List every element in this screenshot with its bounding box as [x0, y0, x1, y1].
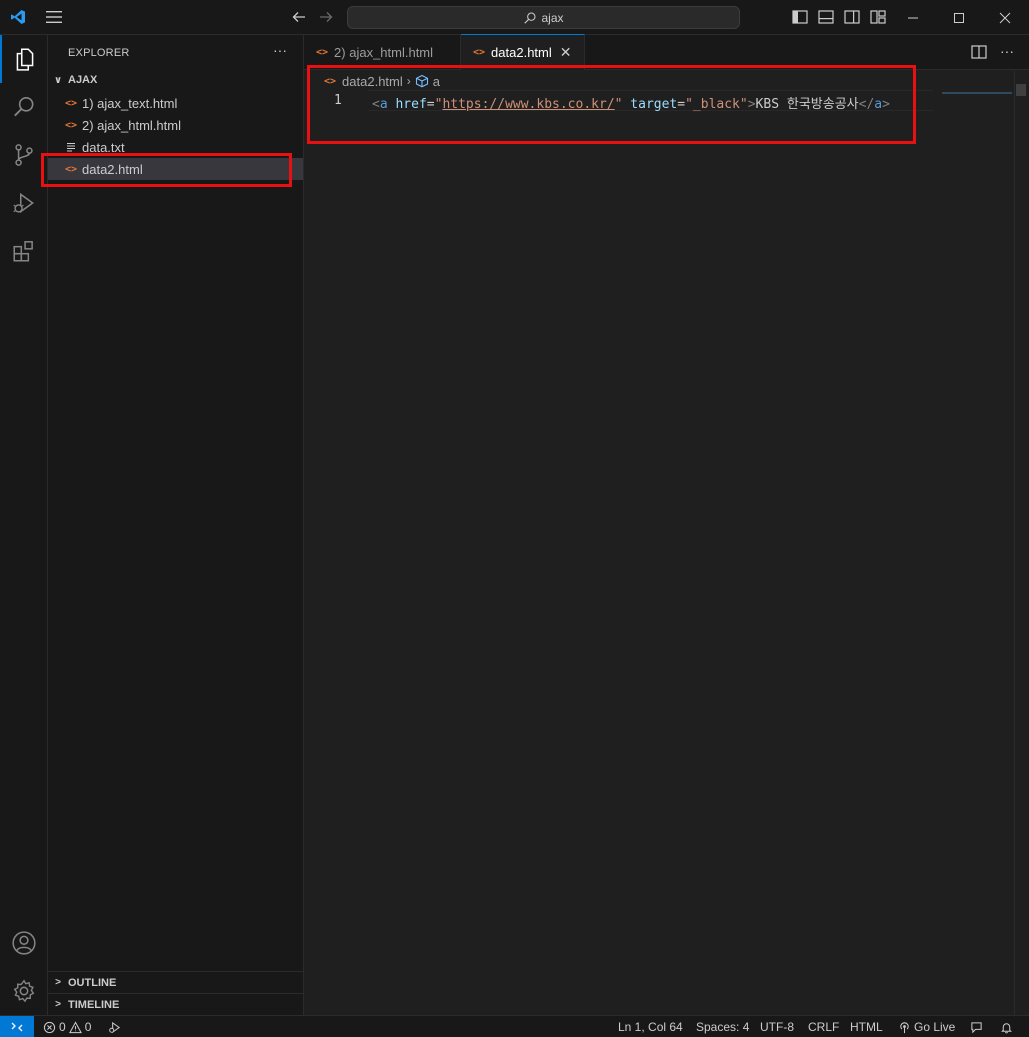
file-item[interactable]: <> 2) ajax_html.html: [48, 114, 303, 136]
maximize-button[interactable]: [936, 0, 982, 35]
activity-explorer[interactable]: [0, 35, 48, 83]
encoding[interactable]: UTF-8: [760, 1016, 794, 1037]
text-file-icon: [64, 141, 78, 153]
notifications-button[interactable]: [1000, 1016, 1013, 1037]
timeline-label: TIMELINE: [68, 998, 120, 1011]
chevron-down-icon: ∨: [53, 74, 63, 86]
run-debug-icon: [109, 1021, 121, 1033]
problems-indicator[interactable]: 0 0: [43, 1016, 91, 1037]
activity-settings[interactable]: [0, 967, 48, 1015]
search-icon: [524, 11, 536, 24]
search-icon: [14, 96, 34, 117]
warning-icon: [68, 1020, 82, 1033]
vscode-logo-icon: [11, 10, 25, 24]
folder-name: AJAX: [68, 74, 98, 86]
search-text: ajax: [541, 10, 564, 25]
sidebar-title: EXPLORER: [68, 47, 130, 59]
vertical-scrollbar[interactable]: [1014, 71, 1028, 1015]
editor-more-actions-button[interactable]: ···: [1000, 43, 1014, 59]
minimize-icon: [908, 17, 918, 18]
html-file-icon: <>: [316, 47, 329, 58]
code-editor[interactable]: 1 <a href="https://www.kbs.co.kr/" targe…: [304, 90, 1029, 1015]
folder-header-ajax[interactable]: ∨ AJAX: [48, 69, 303, 91]
file-name: 2) ajax_html.html: [82, 117, 181, 133]
html-file-icon: <>: [473, 47, 486, 58]
activity-accounts[interactable]: [0, 919, 48, 967]
html-file-icon: <>: [64, 119, 78, 131]
back-arrow-icon[interactable]: [291, 9, 307, 25]
minimap-preview: [942, 92, 1012, 94]
more-actions-button[interactable]: ···: [270, 43, 290, 59]
feedback-button[interactable]: [970, 1016, 983, 1037]
warning-count: 0: [84, 1020, 92, 1034]
highlight-box-file: [41, 153, 292, 187]
chevron-right-icon: >: [55, 977, 61, 988]
cursor-position[interactable]: Ln 1, Col 64: [618, 1016, 683, 1037]
activity-search[interactable]: [0, 83, 48, 131]
feedback-icon: [971, 1021, 982, 1033]
settings-gear-icon: [13, 979, 35, 1003]
outline-label: OUTLINE: [68, 976, 117, 989]
menu-icon[interactable]: [46, 10, 62, 24]
indentation[interactable]: Spaces: 4: [696, 1016, 749, 1037]
html-file-icon: <>: [64, 97, 78, 109]
go-live-button[interactable]: Go Live: [898, 1016, 955, 1037]
source-control-icon: [15, 144, 33, 166]
end-of-line[interactable]: CRLF: [808, 1016, 839, 1037]
minimize-button[interactable]: [890, 0, 936, 35]
scrollbar-slider[interactable]: [1016, 84, 1026, 96]
remote-indicator[interactable]: [0, 1016, 34, 1037]
highlight-box-code: [307, 65, 916, 144]
file-name: 1) ajax_text.html: [82, 95, 178, 111]
close-window-button[interactable]: [982, 0, 1028, 35]
language-mode[interactable]: HTML: [850, 1016, 883, 1037]
remote-icon: [11, 1022, 23, 1032]
timeline-section[interactable]: > TIMELINE: [48, 993, 303, 1015]
tab-label: 2) ajax_html.html: [334, 45, 434, 60]
close-icon: [999, 12, 1011, 23]
accounts-icon: [12, 931, 36, 955]
run-debug-icon: [13, 192, 34, 214]
error-icon: [43, 1021, 56, 1033]
split-editor-icon[interactable]: [971, 45, 987, 59]
status-bar: 0 0 Ln 1, Col 64 Spaces: 4 UTF-8 CRLF HT…: [0, 1015, 1029, 1037]
forward-arrow-icon[interactable]: [318, 9, 334, 25]
outline-section[interactable]: > OUTLINE: [48, 971, 303, 993]
file-item[interactable]: <> 1) ajax_text.html: [48, 92, 303, 114]
chevron-right-icon: >: [55, 999, 61, 1010]
broadcast-icon: [900, 1021, 909, 1033]
go-live-label: Go Live: [914, 1020, 956, 1034]
toggle-secondary-sidebar-icon[interactable]: [844, 10, 860, 24]
toggle-sidebar-icon[interactable]: [792, 10, 808, 24]
close-tab-icon[interactable]: ✕: [560, 44, 572, 61]
extensions-icon: [13, 241, 33, 262]
title-bar: ajax: [0, 0, 1029, 35]
debug-status[interactable]: [108, 1016, 121, 1037]
activity-extensions[interactable]: [0, 227, 48, 275]
toggle-panel-icon[interactable]: [818, 10, 834, 24]
customize-layout-icon[interactable]: [870, 10, 886, 24]
tab-label: data2.html: [491, 45, 552, 60]
bell-icon: [1001, 1022, 1012, 1033]
error-count: 0: [59, 1020, 66, 1034]
command-center-search[interactable]: ajax: [347, 6, 740, 29]
maximize-icon: [954, 12, 964, 23]
explorer-icon: [16, 48, 34, 71]
